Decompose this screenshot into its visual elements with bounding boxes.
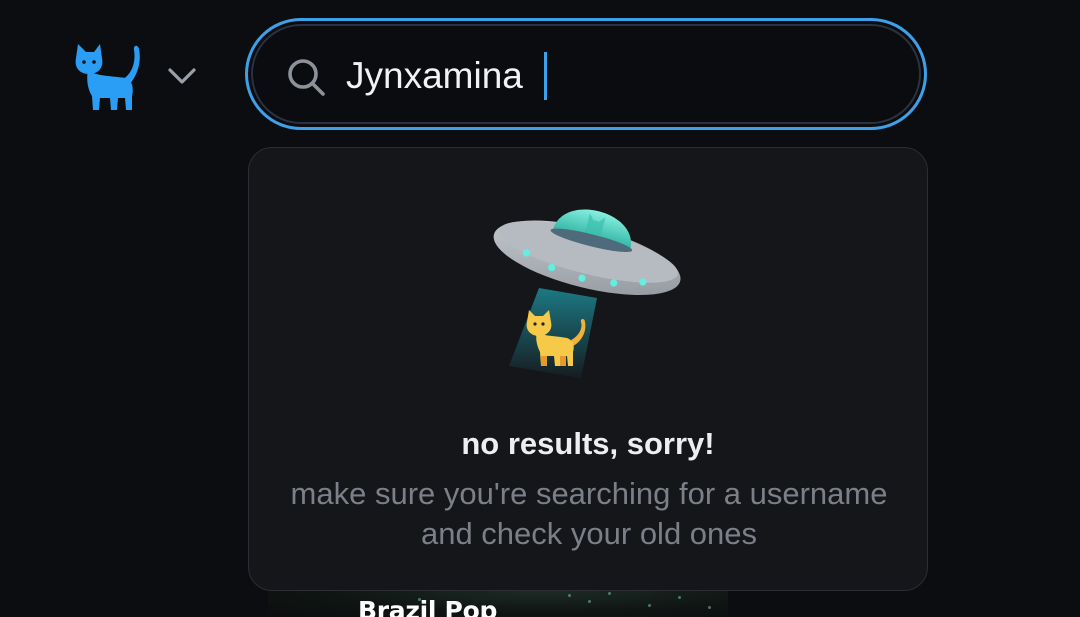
background-card-title: Brazil Pop [358,596,498,617]
ufo-abducting-cat-icon [493,209,681,378]
chevron-down-icon[interactable] [166,64,198,88]
search-field[interactable] [245,18,927,130]
search-input[interactable] [346,49,886,103]
no-results-title: no results, sorry! [461,426,715,461]
text-cursor [544,52,547,100]
search-results-dropdown: no results, sorry! make sure you're sear… [248,147,928,591]
no-results-hint: make sure you're searching for a usernam… [290,476,888,551]
cat-icon[interactable] [72,40,148,114]
search-icon [288,59,325,96]
screen: Brazil Pop Jynxamina no results, sorry! … [0,0,1080,617]
